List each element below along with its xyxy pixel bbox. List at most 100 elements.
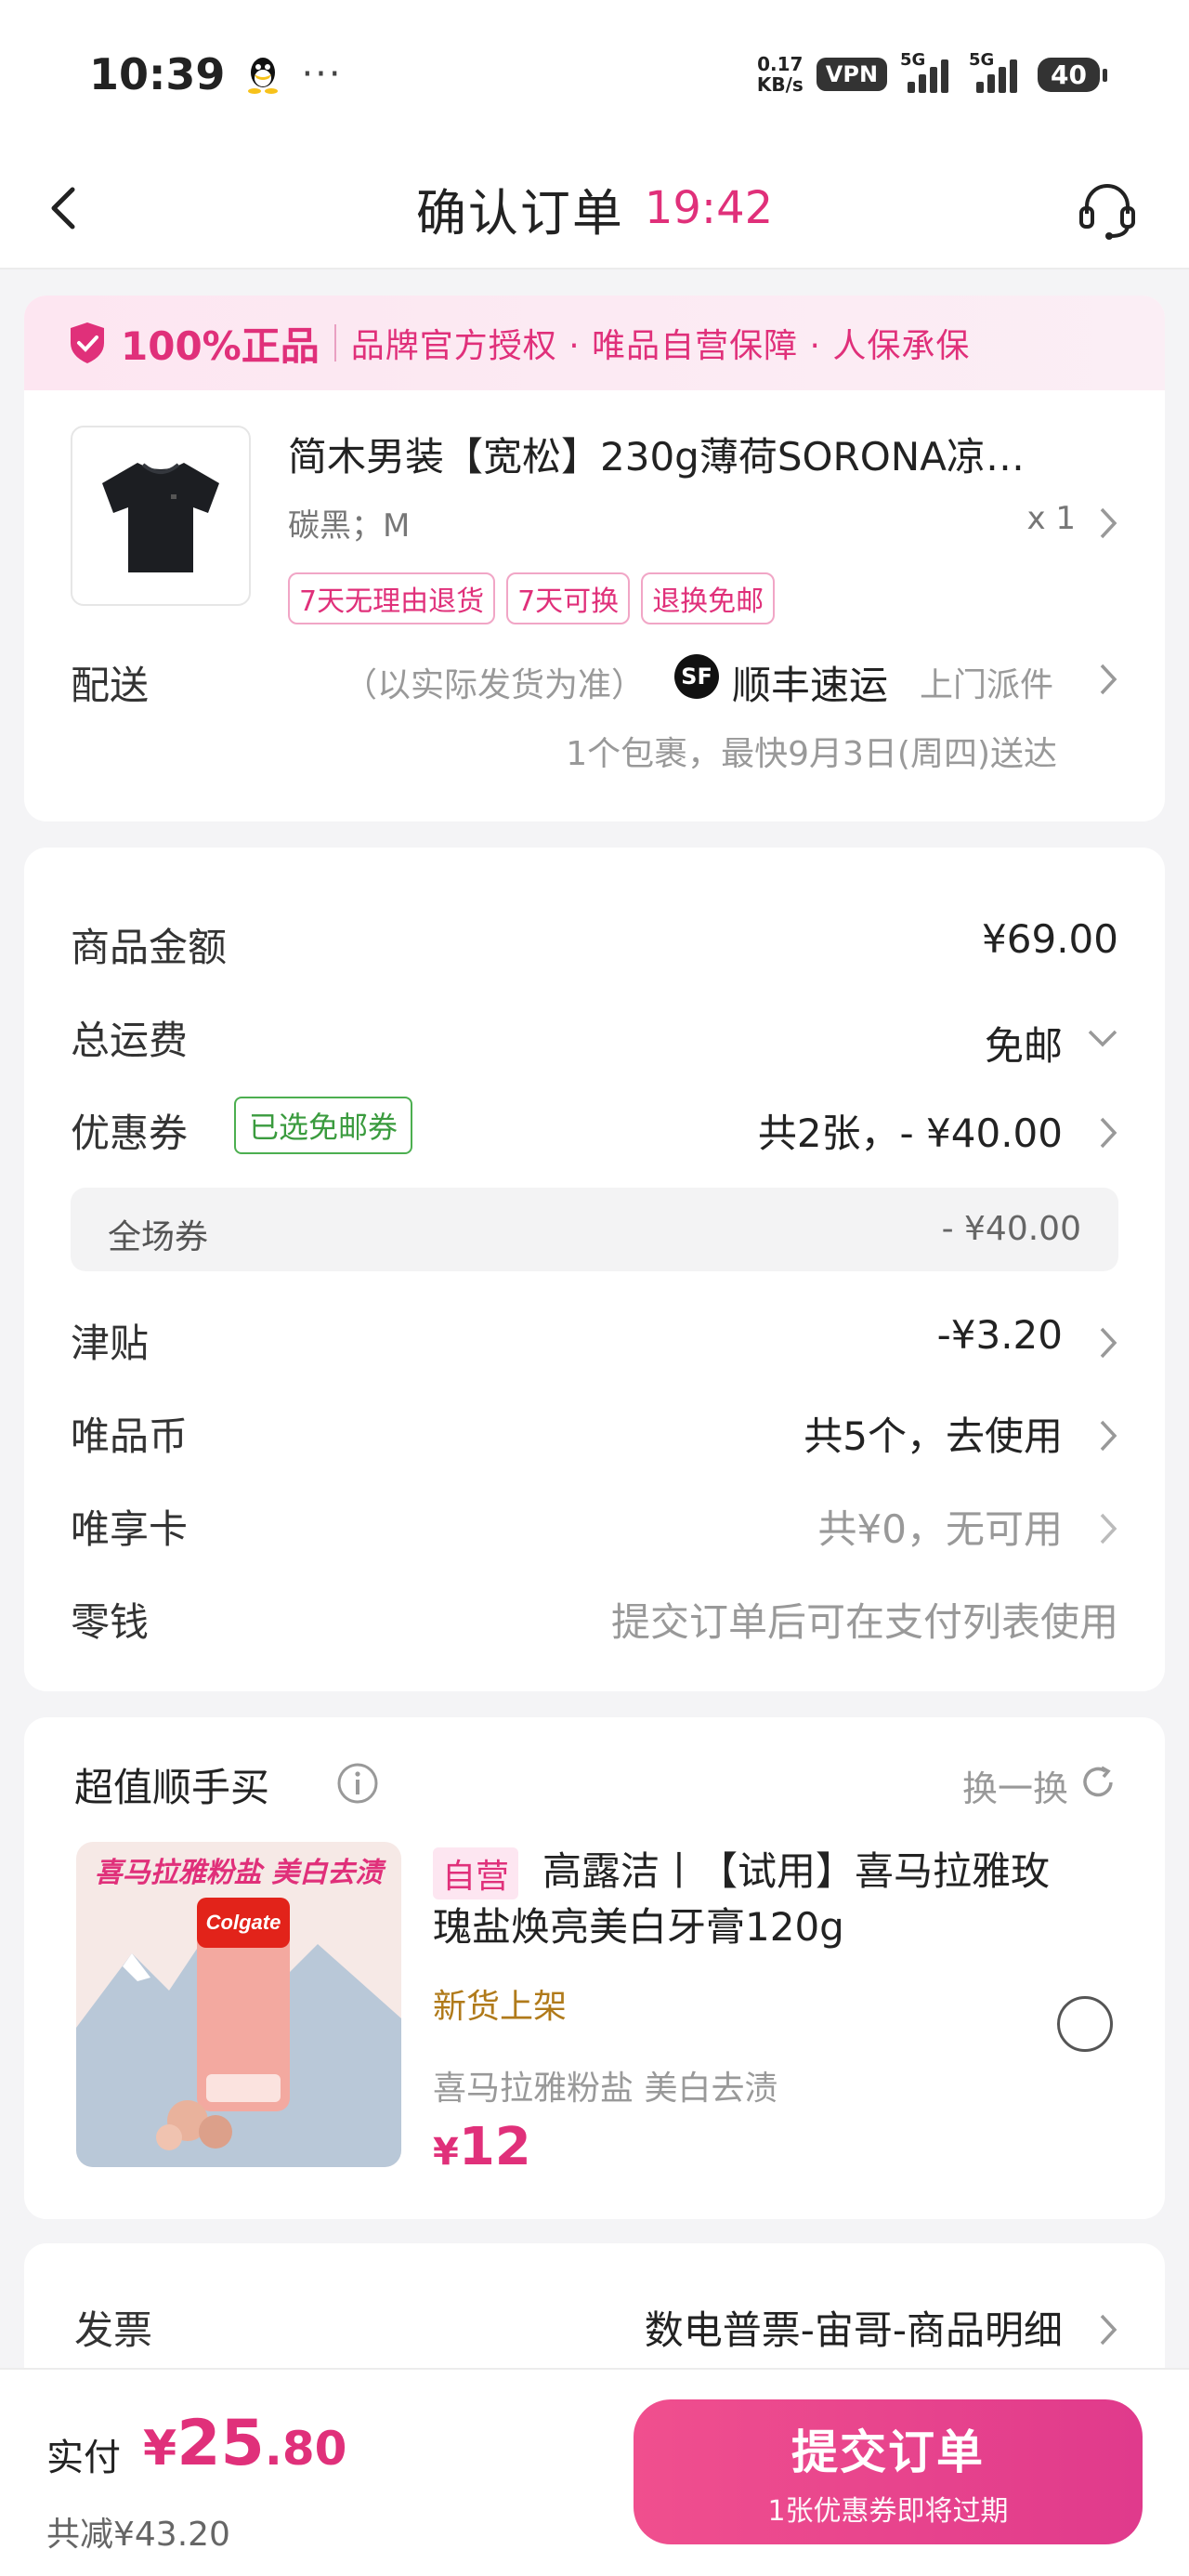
delivery-mode: 上门派件 [920,666,1054,704]
addon-description: 喜马拉雅粉盐 美白去渍 [433,2070,778,2108]
goods-amount-label: 商品金额 [71,925,228,970]
price-summary-card: 商品金额 ¥69.00 总运费 免邮 优惠券 已选免邮券 共2张，- ¥40.0… [24,848,1165,1691]
battery-icon: 40 [1038,57,1107,92]
swap-button[interactable]: 换一换 [962,1760,1068,1811]
page-title: 确认订单 [415,183,624,243]
invoice-label: 发票 [74,2307,153,2353]
coins-label: 唯品币 [71,1413,189,1459]
delivery-label: 配送 [71,663,150,708]
coupon-expiry-note: 1张优惠券即将过期 [767,2495,1009,2528]
chevron-right-icon[interactable] [1098,2312,1118,2347]
qq-icon [248,58,279,94]
addon-title: 超值顺手买 [74,1765,270,1810]
product-spec: 碳黑；M [288,507,411,545]
service-tags: 7天无理由退货 7天可换 退换免邮 [288,572,776,624]
addon-card: 超值顺手买 换一换 Colgate 喜马拉雅粉盐 美白去渍 高露洁丨【试用】喜马… [24,1717,1165,2219]
total-saved: 共减¥43.20 [46,2516,230,2554]
vip-card-label: 唯享卡 [71,1506,189,1552]
chevron-right-icon[interactable] [1098,506,1118,541]
signal-label: 5G [900,50,926,70]
customer-service-icon[interactable] [1074,177,1141,243]
price-value: 12 [458,2117,531,2177]
info-icon[interactable] [336,1762,379,1805]
brand-on-pack: Colgate [206,1911,281,1934]
back-arrow-icon[interactable] [41,184,89,232]
store-coupon-label: 全场券 [108,1218,209,1256]
pay-label: 实付 [46,2437,121,2479]
genuine-banner: 100%正品 品牌官方授权 · 唯品自营保障 · 人保承保 [24,296,1165,390]
shipping-value: 免邮 [984,1023,1063,1069]
chevron-down-icon[interactable] [1087,1028,1118,1048]
product-row[interactable]: 简木男装【宽松】230g薄荷SORONA凉感短袖T恤 碳黑；M x 1 7天无理… [24,390,1165,651]
goods-amount-row: 商品金额 ¥69.00 [71,909,1118,974]
chevron-right-icon[interactable] [1098,1511,1118,1546]
net-speed-value: 0.17 [757,53,804,75]
shield-check-icon [71,322,104,363]
more-status-icon: ··· [301,53,343,96]
divider [333,324,336,361]
genuine-label: 100%正品 [121,322,320,369]
coins-value: 共5个，去使用 [804,1413,1063,1459]
vip-card-row[interactable]: 唯享卡 共¥0，无可用 [71,1491,1118,1556]
chevron-right-icon[interactable] [1098,1115,1118,1150]
change-value: 提交订单后可在支付列表使用 [610,1599,1118,1645]
signal-icon: 5G [900,50,956,93]
subsidy-row[interactable]: 津贴 -¥3.20 [71,1305,1118,1370]
addon-product-name[interactable]: 高露洁丨【试用】喜马拉雅玫瑰盐焕亮美白牙膏120g [433,1844,1065,1955]
signal-icon-2: 5G [969,50,1025,93]
vip-card-value: 共¥0，无可用 [817,1506,1063,1552]
chevron-right-icon[interactable] [1098,1325,1118,1360]
product-name[interactable]: 简木男装【宽松】230g薄荷SORONA凉感短袖T恤 [288,426,1059,482]
service-tag: 7天可换 [506,572,631,624]
service-tag: 退换免邮 [641,572,776,624]
checkout-bar: 实付 ¥25.80 共减¥43.20 提交订单 1张优惠券即将过期 [0,2368,1189,2576]
countdown-timer: 19:42 [644,182,774,234]
delivery-note: （以实际发货为准） [344,666,646,704]
invoice-value: 数电普票-宙哥-商品明细 [644,2307,1063,2353]
signal-label-2: 5G [969,50,995,70]
image-caption: 喜马拉雅粉盐 美白去渍 [94,1857,384,1889]
service-tag: 7天无理由退货 [288,572,496,624]
coins-row[interactable]: 唯品币 共5个，去使用 [71,1398,1118,1463]
new-arrival-label: 新货上架 [433,1988,568,2026]
status-bar: 10:39 ··· 0.17 KB/s VPN 5G 5G 40 [0,0,1189,149]
subsidy-label: 津贴 [71,1321,150,1366]
coupon-row[interactable]: 优惠券 已选免邮券 共2张，- ¥40.00 [71,1095,1118,1160]
refresh-icon[interactable] [1078,1762,1118,1803]
pay-amount-int: 25 [176,2407,265,2480]
nav-bar: 确认订单 19:42 [0,149,1189,269]
delivery-eta: 1个包裹，最快9月3日(周四)送达 [566,735,1057,773]
store-coupon-value: - ¥40.00 [941,1210,1081,1248]
addon-product-image[interactable]: Colgate 喜马拉雅粉盐 美白去渍 [76,1842,401,2167]
pay-yen: ¥ [143,2421,177,2477]
guarantee-text: 品牌官方授权 · 唯品自营保障 · 人保承保 [350,327,971,365]
price-symbol: ¥ [433,2131,459,2174]
toothpaste-image: Colgate [76,1842,401,2167]
vpn-icon: VPN [816,58,888,91]
shipping-label: 总运费 [71,1018,189,1063]
coupon-value: 共2张，- ¥40.00 [757,1111,1063,1156]
submit-order-button[interactable]: 提交订单 1张优惠券即将过期 [634,2399,1143,2544]
net-speed: 0.17 KB/s [757,54,804,95]
coupon-label: 优惠券 [71,1111,189,1156]
pay-amount: ¥25.80 [143,2407,346,2480]
sf-express-logo: SF [674,654,719,699]
addon-select-radio[interactable] [1057,1996,1113,2052]
free-shipping-coupon-badge: 已选免邮券 [234,1097,413,1154]
product-quantity: x 1 [1026,500,1076,537]
delivery-row[interactable]: 配送 （以实际发货为准） SF 顺丰速运 上门派件 1个包裹，最快9月3日(周四… [24,651,1165,821]
coupon-detail: 全场券 - ¥40.00 [71,1188,1118,1271]
self-operated-tag: 自营 [433,1847,519,1899]
addon-price: ¥12 [433,2117,531,2177]
pay-amount-dec: .80 [264,2422,347,2476]
carrier-name: 顺丰速运 [732,663,889,708]
chevron-right-icon[interactable] [1098,1418,1118,1453]
tshirt-image [102,463,219,572]
net-speed-unit: KB/s [756,73,804,96]
subsidy-value: -¥3.20 [936,1312,1063,1358]
change-row: 零钱 提交订单后可在支付列表使用 [71,1584,1118,1649]
shipping-row[interactable]: 总运费 免邮 [71,1002,1118,1069]
chevron-right-icon[interactable] [1098,662,1118,697]
goods-amount: ¥69.00 [982,916,1118,962]
product-thumbnail[interactable] [71,426,251,606]
